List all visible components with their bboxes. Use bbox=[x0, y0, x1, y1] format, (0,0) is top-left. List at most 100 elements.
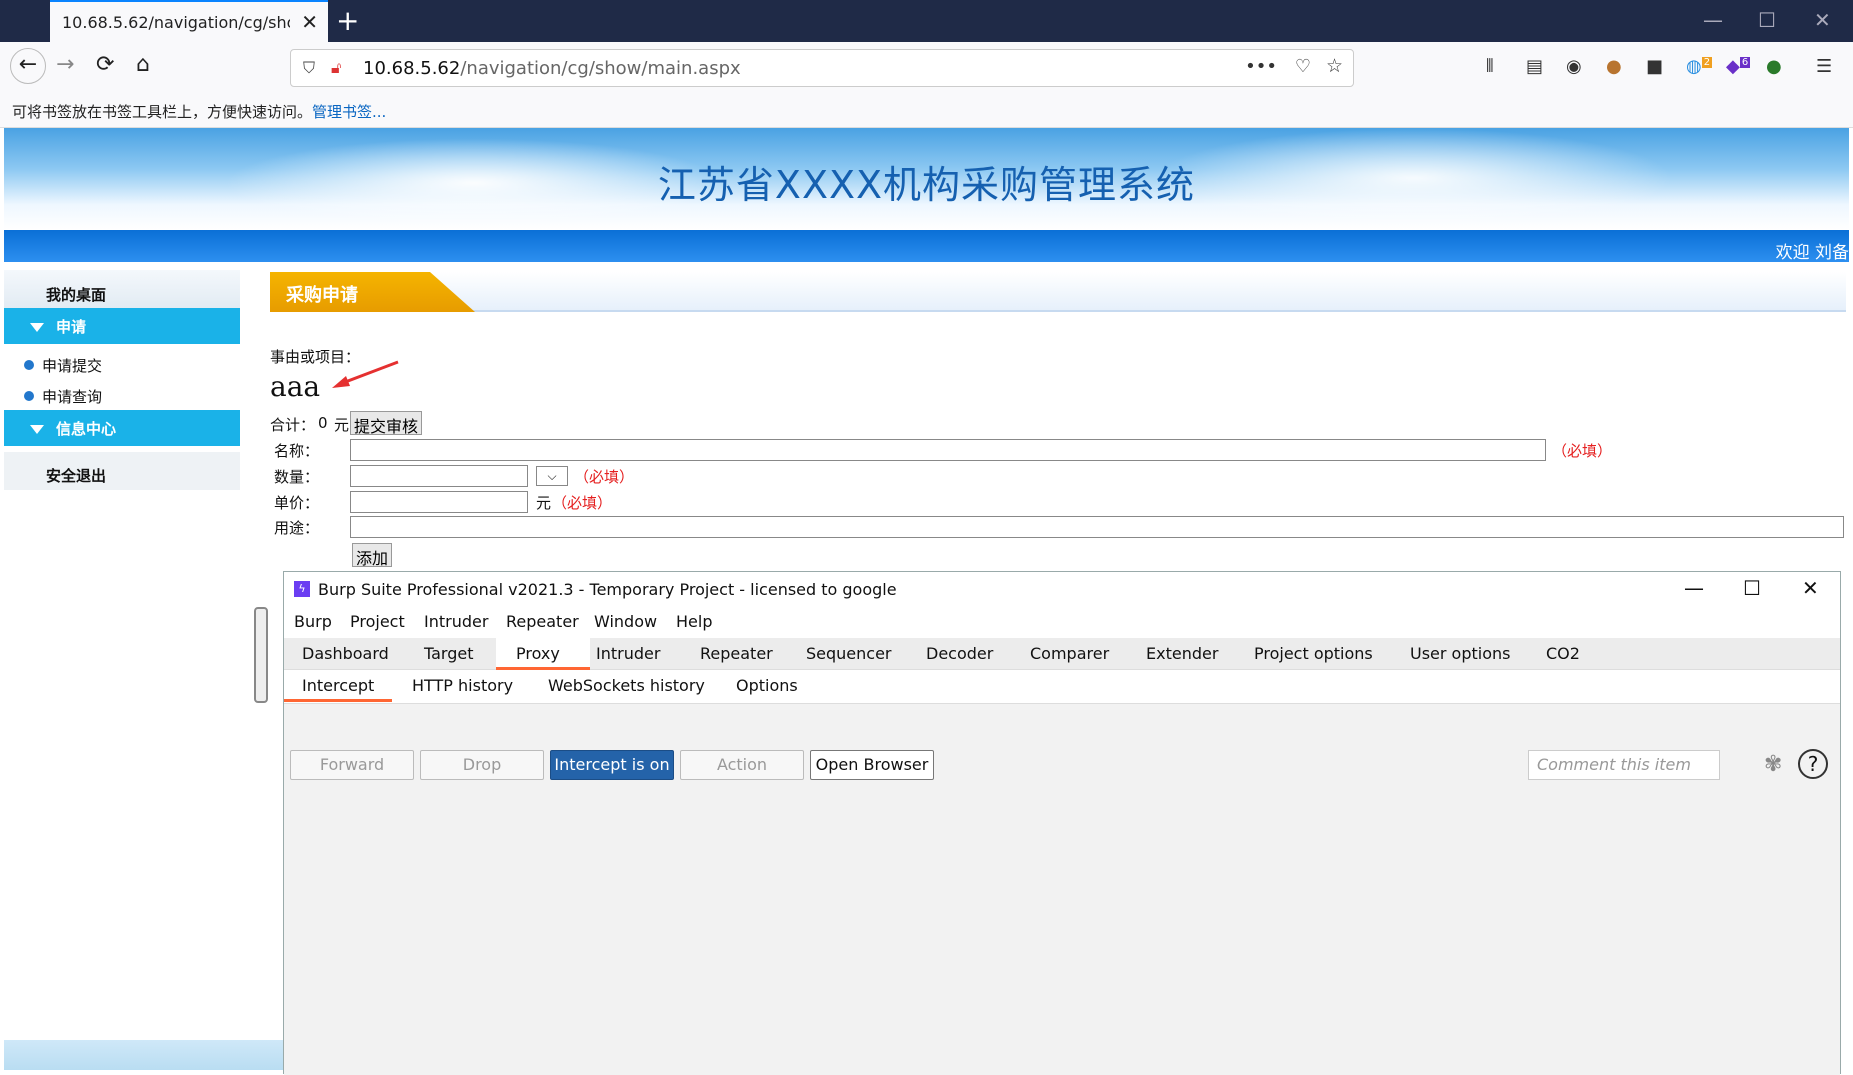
extension-icon[interactable]: ● bbox=[1766, 56, 1782, 77]
home-icon[interactable]: ⌂ bbox=[136, 52, 150, 77]
drop-button[interactable]: Drop bbox=[420, 750, 544, 780]
tab-decoder[interactable]: Decoder bbox=[926, 644, 993, 663]
price-unit: 元 bbox=[536, 494, 552, 512]
burp-logo-icon: ϟ bbox=[294, 581, 310, 597]
name-input[interactable] bbox=[350, 439, 1546, 461]
sidebar-section-label: 信息中心 bbox=[56, 420, 117, 438]
triangle-down-icon bbox=[30, 323, 44, 332]
extension-badge: 6 bbox=[1739, 57, 1751, 68]
insecure-lock-icon[interactable]: 🔓︎ bbox=[331, 58, 341, 78]
tab-target[interactable]: Target bbox=[424, 644, 474, 663]
close-tab-icon[interactable]: ✕ bbox=[301, 10, 318, 34]
sidebar-section-apply[interactable]: 申请 bbox=[4, 308, 240, 344]
burp-titlebar: ϟ Burp Suite Professional v2021.3 - Temp… bbox=[284, 572, 1840, 606]
red-arrow-annotation bbox=[332, 360, 399, 388]
url-bar[interactable]: ⛉ 🔓︎ 10.68.5.62/navigation/cg/show/main.… bbox=[290, 49, 1354, 87]
library-icon[interactable]: ⫴ bbox=[1486, 56, 1494, 77]
help-icon[interactable]: ? bbox=[1798, 749, 1828, 779]
tab-user-options[interactable]: User options bbox=[1410, 644, 1510, 663]
welcome-text: 欢迎 刘备 bbox=[1775, 243, 1849, 263]
unit-select[interactable]: ⌵ bbox=[536, 466, 568, 486]
welcome-bar: 欢迎 刘备 bbox=[4, 230, 1849, 263]
tab-dashboard[interactable]: Dashboard bbox=[302, 644, 389, 663]
sidebar: 我的桌面 申请 申请提交 申请查询 信息中心 安全退出 bbox=[4, 270, 240, 490]
comment-input[interactable]: Comment this item bbox=[1528, 750, 1720, 780]
subtab-options[interactable]: Options bbox=[736, 676, 798, 695]
browser-tab-bar: 10.68.5.62/navigation/cg/show/main.aspx … bbox=[0, 0, 1853, 42]
bullet-icon bbox=[24, 391, 34, 401]
sidebar-item-submit[interactable]: 申请提交 bbox=[4, 348, 240, 379]
sidebar-item-label: 申请查询 bbox=[42, 388, 103, 406]
menu-help[interactable]: Help bbox=[676, 612, 712, 631]
sidebar-item-label: 安全退出 bbox=[46, 467, 107, 485]
new-tab-icon[interactable]: + bbox=[336, 4, 359, 37]
burp-minimize-icon[interactable]: — bbox=[1684, 576, 1704, 600]
menu-icon[interactable]: ☰ bbox=[1816, 56, 1832, 77]
highlight-icon[interactable]: ✾ bbox=[1764, 752, 1782, 777]
manage-bookmarks-link[interactable]: 管理书签... bbox=[312, 103, 386, 121]
forward-icon[interactable]: → bbox=[56, 52, 74, 77]
tab-co2[interactable]: CO2 bbox=[1546, 644, 1580, 663]
tab-intruder[interactable]: Intruder bbox=[596, 644, 660, 663]
extension-icon[interactable]: ◆ 6 bbox=[1726, 56, 1751, 77]
monkey-extension-icon[interactable]: ● bbox=[1606, 56, 1622, 77]
tab-extender[interactable]: Extender bbox=[1146, 644, 1218, 663]
menu-intruder[interactable]: Intruder bbox=[424, 612, 488, 631]
open-browser-button[interactable]: Open Browser bbox=[810, 750, 934, 780]
mask-extension-icon[interactable]: ■ bbox=[1646, 56, 1663, 77]
extension-icon[interactable]: ◍ 2 bbox=[1686, 56, 1713, 77]
close-window-icon[interactable]: ✕ bbox=[1814, 8, 1831, 32]
bookmark-star-icon[interactable]: ☆ bbox=[1326, 55, 1343, 77]
usage-input[interactable] bbox=[350, 516, 1844, 538]
required-note: （必填） bbox=[552, 494, 613, 512]
menu-project[interactable]: Project bbox=[350, 612, 405, 631]
sidebar-item-desktop[interactable]: 我的桌面 bbox=[4, 270, 240, 308]
tab-label: Proxy bbox=[516, 644, 560, 663]
reload-icon[interactable]: ⟳ bbox=[96, 52, 114, 77]
back-icon[interactable]: ← bbox=[10, 48, 46, 84]
footer-strip bbox=[4, 1040, 283, 1070]
sidebar-section-info[interactable]: 信息中心 bbox=[4, 410, 240, 446]
tab-sequencer[interactable]: Sequencer bbox=[806, 644, 892, 663]
menu-window[interactable]: Window bbox=[594, 612, 657, 631]
action-button[interactable]: Action bbox=[680, 750, 804, 780]
quantity-input[interactable] bbox=[350, 465, 528, 487]
menu-repeater[interactable]: Repeater bbox=[506, 612, 579, 631]
subtab-websockets-history[interactable]: WebSockets history bbox=[548, 676, 705, 695]
price-label: 单价： bbox=[274, 494, 320, 512]
page-header: 采购申请 bbox=[270, 272, 1846, 312]
system-banner: 江苏省XXXX机构采购管理系统 bbox=[4, 128, 1849, 230]
minimize-icon[interactable]: — bbox=[1703, 8, 1723, 32]
add-button[interactable]: 添加 bbox=[352, 543, 393, 568]
more-actions-icon[interactable]: ••• bbox=[1245, 56, 1277, 77]
subtab-http-history[interactable]: HTTP history bbox=[412, 676, 513, 695]
sidebar-item-logout[interactable]: 安全退出 bbox=[4, 452, 240, 490]
burp-maximize-icon[interactable]: ☐ bbox=[1743, 576, 1761, 600]
menu-burp[interactable]: Burp bbox=[294, 612, 332, 631]
browser-tab[interactable]: 10.68.5.62/navigation/cg/show/main.aspx … bbox=[50, 0, 328, 42]
tab-repeater[interactable]: Repeater bbox=[700, 644, 773, 663]
splitter-handle[interactable] bbox=[254, 607, 268, 703]
pocket-icon[interactable]: ♡ bbox=[1295, 56, 1311, 77]
system-title: 江苏省XXXX机构采购管理系统 bbox=[657, 163, 1196, 207]
intercept-toggle-button[interactable]: Intercept is on bbox=[550, 750, 674, 780]
tab-comparer[interactable]: Comparer bbox=[1030, 644, 1109, 663]
price-input[interactable] bbox=[350, 491, 528, 513]
forward-button[interactable]: Forward bbox=[290, 750, 414, 780]
burp-close-icon[interactable]: ✕ bbox=[1802, 576, 1819, 600]
tab-project-options[interactable]: Project options bbox=[1254, 644, 1373, 663]
burp-title: Burp Suite Professional v2021.3 - Tempor… bbox=[318, 580, 897, 599]
total-value: 0 bbox=[318, 414, 328, 432]
maximize-icon[interactable]: ☐ bbox=[1758, 8, 1776, 32]
shield-icon[interactable]: ⛉ bbox=[303, 58, 315, 78]
subtab-intercept[interactable]: Intercept bbox=[302, 676, 374, 695]
burp-menubar: Burp Project Intruder Repeater Window He… bbox=[284, 606, 1840, 636]
triangle-down-icon bbox=[30, 425, 44, 434]
sidebar-item-label: 我的桌面 bbox=[46, 286, 107, 304]
sidebar-item-query[interactable]: 申请查询 bbox=[4, 379, 240, 410]
required-note: （必填） bbox=[1552, 442, 1613, 460]
account-icon[interactable]: ◉ bbox=[1566, 56, 1582, 77]
sidebar-icon[interactable]: ▤ bbox=[1526, 56, 1543, 77]
submit-review-button[interactable]: 提交审核 bbox=[350, 411, 423, 436]
tab-proxy[interactable]: Proxy bbox=[496, 638, 590, 670]
